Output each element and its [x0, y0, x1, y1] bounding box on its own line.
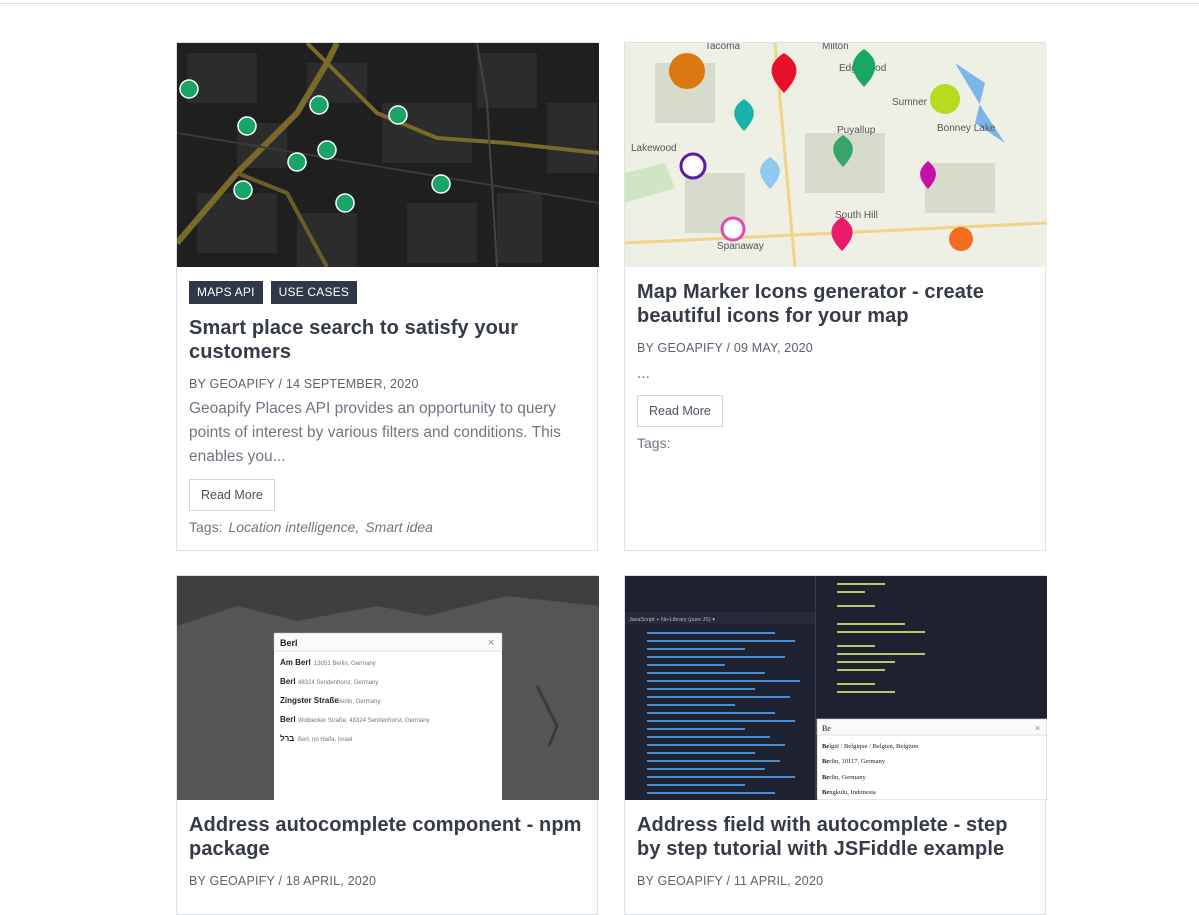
map-label-lakewood: Lakewood — [631, 143, 677, 154]
post-thumbnail-autocomplete-map[interactable]: Berl × Am Berl 13051 Berlin, Germany Ber… — [177, 576, 599, 800]
editor-language-label: JavaScript + No-Library (pure JS) ▾ — [629, 617, 715, 623]
svg-text:Wolbecker Straße, 48324 Senden: Wolbecker Straße, 48324 Sendenhorst, Ger… — [298, 718, 430, 724]
close-icon: × — [1035, 723, 1040, 733]
read-more-button[interactable]: Read More — [189, 479, 275, 511]
tag-maps-api[interactable]: MAPS API — [189, 281, 263, 304]
svg-text:Berlin, 10117, Germany: Berlin, 10117, Germany — [822, 758, 886, 765]
map-label-tacoma: Tacoma — [705, 43, 740, 52]
footprint-marker-icon — [669, 53, 705, 89]
autocomplete-input-value: Be — [822, 724, 831, 733]
top-border — [0, 0, 1199, 4]
close-icon: × — [488, 637, 494, 649]
post-thumbnail-code-editor[interactable]: JavaScript + No-Library (pure JS) ▾ Be ×… — [625, 576, 1047, 800]
post-title[interactable]: Address autocomplete component - npm pac… — [189, 813, 585, 861]
bird-marker-icon — [679, 152, 707, 180]
category-tags: MAPS API USE CASES — [189, 281, 358, 304]
svg-text:Berlin, Germany: Berlin, Germany — [337, 699, 380, 705]
map-label-bonney-lake: Bonney Lake — [937, 123, 996, 134]
map-label-sumner: Sumner — [892, 97, 928, 108]
svg-text:Berlin, Germany: Berlin, Germany — [822, 774, 866, 781]
post-thumbnail-dark-map[interactable] — [177, 43, 599, 267]
post-title[interactable]: Map Marker Icons generator - create beau… — [637, 280, 1033, 328]
post-card-address-autocomplete-npm: Berl × Am Berl 13051 Berlin, Germany Ber… — [176, 575, 599, 915]
post-card-smart-place-search: MAPS API USE CASES Smart place search to… — [176, 42, 599, 551]
post-excerpt: ... — [637, 365, 650, 382]
post-meta: BY GEOAPIFY / 11 APRIL, 2020 — [637, 874, 824, 888]
post-card-address-field-tutorial: JavaScript + No-Library (pure JS) ▾ Be ×… — [624, 575, 1047, 915]
svg-text:13051 Berlin, Germany: 13051 Berlin, Germany — [314, 661, 376, 667]
map-label-spanaway: Spanaway — [717, 241, 764, 252]
post-excerpt: Geoapify Places API provides an opportun… — [189, 400, 561, 465]
svg-text:Berl: Berl — [280, 715, 296, 724]
post-meta: BY GEOAPIFY / 14 SEPTEMBER, 2020 — [189, 377, 419, 391]
post-title[interactable]: Address field with autocomplete - step b… — [637, 813, 1033, 861]
tags-label: Tags: — [189, 519, 223, 535]
svg-text:Berl: Berl — [280, 677, 296, 686]
svg-text:48324 Sendenhorst, Germany: 48324 Sendenhorst, Germany — [298, 680, 378, 686]
svg-text:Zingster Straße: Zingster Straße — [280, 696, 339, 705]
sun-marker-icon — [949, 227, 973, 251]
svg-text:België / Belgique / Belgien, B: België / Belgique / Belgien, Belgium — [822, 743, 918, 750]
tag-link-location-intelligence[interactable]: Location intelligence, — [228, 519, 359, 535]
post-thumbnail-marker-map[interactable]: Tacoma Milton Edgewood Sumner Bonney Lak… — [625, 43, 1047, 267]
car-marker-icon — [720, 216, 746, 242]
read-more-button[interactable]: Read More — [637, 395, 723, 427]
map-label-puyallup: Puyallup — [837, 125, 876, 136]
post-tags: Tags: Location intelligence, Smart idea — [189, 519, 433, 535]
svg-text:ברל: ברל — [280, 734, 294, 743]
tag-link-smart-idea[interactable]: Smart idea — [365, 519, 433, 535]
svg-text:Bengkulu, Indonesia: Bengkulu, Indonesia — [822, 789, 876, 796]
post-tags: Tags: — [637, 435, 671, 451]
map-label-milton: Milton — [822, 43, 849, 52]
post-card-map-marker-icons: Tacoma Milton Edgewood Sumner Bonney Lak… — [624, 42, 1047, 551]
post-meta: BY GEOAPIFY / 18 APRIL, 2020 — [189, 874, 377, 888]
autocomplete-input-value: Berl — [280, 638, 298, 648]
svg-text:Am Berl: Am Berl — [280, 658, 311, 667]
post-meta: BY GEOAPIFY / 09 MAY, 2020 — [637, 341, 813, 355]
svg-text:Berl, no Haifa, Israel: Berl, no Haifa, Israel — [298, 737, 352, 743]
tag-use-cases[interactable]: USE CASES — [270, 281, 358, 304]
post-title[interactable]: Smart place search to satisfy your custo… — [189, 316, 585, 364]
